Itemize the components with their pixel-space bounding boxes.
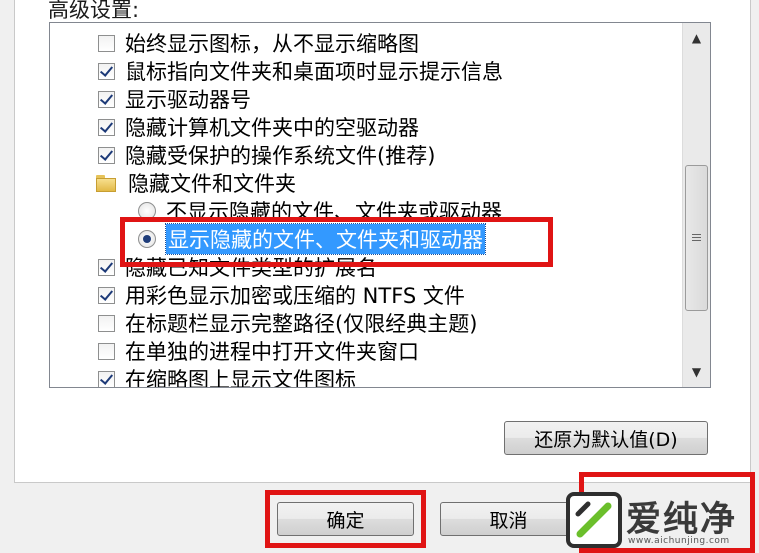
list-item-separate-process[interactable]: 在单独的进程中打开文件夹窗口	[98, 337, 419, 365]
item-label: 隐藏文件和文件夹	[128, 172, 296, 196]
checkbox[interactable]	[98, 118, 115, 136]
checkbox[interactable]	[98, 342, 115, 360]
advanced-settings-label: 高级设置:	[48, 0, 140, 22]
list-item-hide-protected-os-files[interactable]: 隐藏受保护的操作系统文件(推荐)	[98, 141, 435, 169]
folder-icon	[96, 174, 118, 192]
checkbox[interactable]	[98, 90, 115, 108]
watermark-brand: 爱纯净	[626, 500, 738, 540]
list-item-hide-empty-drives[interactable]: 隐藏计算机文件夹中的空驱动器	[98, 113, 419, 141]
list-item-always-show-icons[interactable]: 始终显示图标，从不显示缩略图	[98, 29, 419, 57]
restore-defaults-button[interactable]: 还原为默认值(D)	[504, 421, 708, 455]
watermark: 爱纯净 www.aichunjing.com	[556, 485, 759, 553]
item-label: 鼠标指向文件夹和桌面项时显示提示信息	[125, 60, 503, 84]
item-label: 在缩略图上显示文件图标	[125, 368, 356, 388]
list-item-thumbnail-icons[interactable]: 在缩略图上显示文件图标	[98, 365, 356, 388]
item-label: 用彩色显示加密或压缩的 NTFS 文件	[125, 284, 465, 308]
checkbox[interactable]	[98, 62, 115, 80]
item-label: 在单独的进程中打开文件夹窗口	[125, 340, 419, 364]
checkbox[interactable]	[98, 314, 115, 332]
advanced-settings-list[interactable]: 始终显示图标，从不显示缩略图 鼠标指向文件夹和桌面项时显示提示信息 显示驱动器号…	[49, 22, 711, 388]
list-item-full-path-title[interactable]: 在标题栏显示完整路径(仅限经典主题)	[98, 309, 477, 337]
watermark-url: www.aichunjing.com	[628, 536, 730, 546]
checkbox[interactable]	[98, 34, 115, 52]
grip-icon	[692, 233, 701, 243]
list-item-color-ntfs[interactable]: 用彩色显示加密或压缩的 NTFS 文件	[98, 281, 465, 309]
list-item-show-drive-letters[interactable]: 显示驱动器号	[98, 85, 251, 113]
item-label: 显示驱动器号	[125, 88, 251, 112]
checkbox[interactable]	[98, 146, 115, 164]
item-label: 隐藏受保护的操作系统文件(推荐)	[125, 144, 436, 168]
item-label: 隐藏计算机文件夹中的空驱动器	[125, 116, 419, 140]
vertical-scrollbar[interactable]: ▲ ▼	[682, 23, 710, 387]
checkbox[interactable]	[98, 258, 115, 276]
brand-logo-icon	[566, 492, 622, 548]
scroll-down-icon[interactable]: ▼	[683, 359, 710, 385]
list-item-show-popup-info[interactable]: 鼠标指向文件夹和桌面项时显示提示信息	[98, 57, 503, 85]
scroll-thumb[interactable]	[685, 165, 708, 311]
list-group-hidden-files: 隐藏文件和文件夹	[96, 169, 296, 197]
checkbox[interactable]	[98, 286, 115, 304]
scroll-up-icon[interactable]: ▲	[683, 25, 710, 51]
checkbox[interactable]	[98, 370, 115, 387]
annotation-highlight-show-hidden	[120, 217, 553, 267]
item-label: 始终显示图标，从不显示缩略图	[125, 32, 419, 56]
annotation-highlight-ok	[265, 490, 426, 548]
item-label: 在标题栏显示完整路径(仅限经典主题)	[125, 312, 478, 336]
